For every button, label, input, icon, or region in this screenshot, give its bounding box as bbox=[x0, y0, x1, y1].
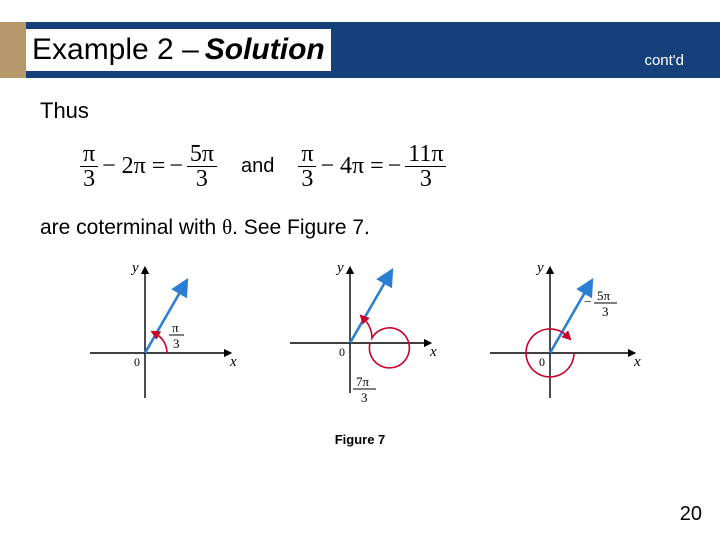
continued-label: cont'd bbox=[644, 52, 684, 69]
coterminal-plot-1: x y 0 π 3 bbox=[70, 258, 240, 408]
svg-text:x: x bbox=[229, 354, 237, 370]
svg-text:x: x bbox=[633, 354, 641, 370]
and-text: and bbox=[241, 155, 274, 178]
header-accent bbox=[0, 22, 26, 78]
svg-text:5π: 5π bbox=[597, 288, 611, 303]
svg-text:3: 3 bbox=[173, 336, 180, 351]
svg-text:y: y bbox=[335, 260, 344, 276]
svg-text:y: y bbox=[130, 260, 139, 276]
coterminal-text: are coterminal with θ. See Figure 7. bbox=[40, 215, 680, 240]
svg-text:x: x bbox=[429, 344, 437, 360]
figure-caption: Figure 7 bbox=[40, 432, 680, 447]
equation-row: π3 − 2π = − 5π3 and π3 − 4π = − 11π3 bbox=[80, 142, 680, 191]
svg-text:3: 3 bbox=[602, 304, 609, 319]
slide-title: Example 2 – Solution bbox=[26, 29, 331, 71]
equation-1: π3 − 2π = − 5π3 bbox=[80, 142, 217, 191]
svg-text:y: y bbox=[535, 260, 544, 276]
svg-text:0: 0 bbox=[134, 355, 140, 369]
svg-text:π: π bbox=[172, 320, 179, 335]
svg-text:7π: 7π bbox=[356, 374, 370, 389]
svg-text:3: 3 bbox=[361, 390, 368, 405]
slide-header: Example 2 – Solution bbox=[0, 22, 720, 78]
title-emph: Solution bbox=[205, 33, 325, 67]
slide-content: Thus π3 − 2π = − 5π3 and π3 − 4π = − 11π… bbox=[40, 98, 680, 447]
coterminal-plot-2: x y 0 7π 3 bbox=[270, 258, 440, 418]
angle-label-2: 7π 3 bbox=[353, 374, 376, 405]
svg-text:0: 0 bbox=[339, 345, 345, 359]
title-prefix: Example 2 – bbox=[32, 33, 199, 67]
thus-text: Thus bbox=[40, 98, 680, 124]
angle-label-1: π 3 bbox=[169, 320, 184, 351]
equation-2: π3 − 4π = − 11π3 bbox=[298, 142, 446, 191]
page-number: 20 bbox=[680, 503, 702, 526]
svg-text:−: − bbox=[584, 294, 591, 309]
svg-text:0: 0 bbox=[539, 355, 545, 369]
angle-label-3: − 5π 3 bbox=[584, 288, 617, 319]
figure-row: x y 0 π 3 x y 0 7π 3 bbox=[40, 258, 680, 418]
coterminal-plot-3: x y 0 − 5π 3 bbox=[470, 258, 650, 408]
